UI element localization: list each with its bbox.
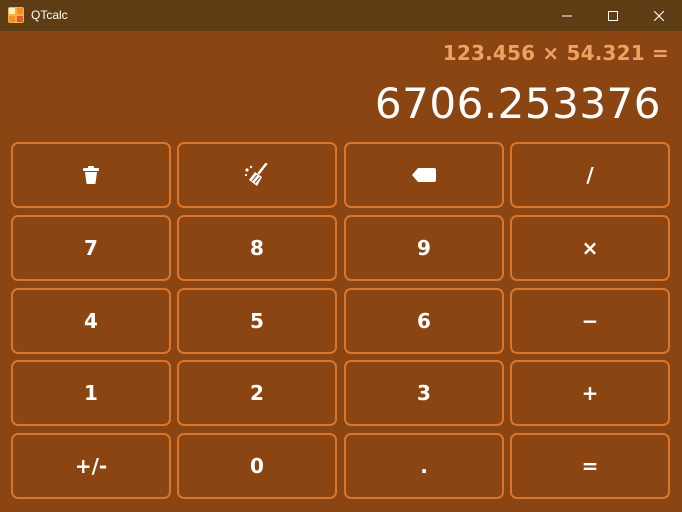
digit-1-button[interactable]: 1: [11, 360, 171, 426]
add-button[interactable]: +: [510, 360, 670, 426]
broom-icon: [244, 163, 270, 187]
digit-3-button[interactable]: 3: [344, 360, 504, 426]
key-label: 6: [417, 309, 431, 333]
multiply-button[interactable]: ×: [510, 215, 670, 281]
key-label: 8: [250, 236, 264, 260]
expression-display: 123.456 × 54.321 =: [442, 41, 669, 65]
minimize-icon: [562, 6, 572, 25]
close-button[interactable]: [636, 0, 682, 31]
minimize-button[interactable]: [544, 0, 590, 31]
key-label: 5: [250, 309, 264, 333]
digit-4-button[interactable]: 4: [11, 288, 171, 354]
key-label: +: [581, 381, 599, 405]
decimal-button[interactable]: .: [344, 433, 504, 499]
keypad: / 7 8 9 × 4 5 6 − 1 2 3 + +/- 0. =: [11, 142, 670, 500]
equals-button[interactable]: =: [510, 433, 670, 499]
key-label: 2: [250, 381, 264, 405]
key-label: =: [581, 454, 599, 478]
digit-8-button[interactable]: 8: [177, 215, 337, 281]
divide-button[interactable]: /: [510, 142, 670, 208]
backspace-button[interactable]: [344, 142, 504, 208]
key-label: 4: [84, 309, 98, 333]
backspace-icon: [412, 168, 436, 182]
result-display: 6706.253376: [374, 79, 661, 128]
key-label: /: [586, 163, 594, 187]
window-title: QTcalc: [31, 8, 68, 22]
key-label: 0: [250, 454, 264, 478]
calculator-window: QTcalc 123.456 × 54.321 = 6706.253376 / 7…: [0, 0, 682, 512]
key-label: 3: [417, 381, 431, 405]
digit-7-button[interactable]: 7: [11, 215, 171, 281]
clear-entry-button[interactable]: [177, 142, 337, 208]
key-label: −: [581, 309, 599, 333]
maximize-button[interactable]: [590, 0, 636, 31]
key-label: +/-: [74, 454, 108, 478]
digit-9-button[interactable]: 9: [344, 215, 504, 281]
title-bar[interactable]: QTcalc: [0, 0, 682, 31]
digit-2-button[interactable]: 2: [177, 360, 337, 426]
key-label: .: [420, 454, 428, 478]
digit-0-button[interactable]: 0: [177, 433, 337, 499]
trash-icon: [83, 166, 99, 184]
negate-button[interactable]: +/-: [11, 433, 171, 499]
key-label: ×: [581, 236, 599, 260]
key-label: 1: [84, 381, 98, 405]
calculator-app-icon: [8, 7, 24, 23]
subtract-button[interactable]: −: [510, 288, 670, 354]
maximize-icon: [608, 6, 618, 25]
digit-5-button[interactable]: 5: [177, 288, 337, 354]
key-label: 9: [417, 236, 431, 260]
clear-all-button[interactable]: [11, 142, 171, 208]
close-icon: [653, 6, 665, 25]
key-label: 7: [84, 236, 98, 260]
digit-6-button[interactable]: 6: [344, 288, 504, 354]
